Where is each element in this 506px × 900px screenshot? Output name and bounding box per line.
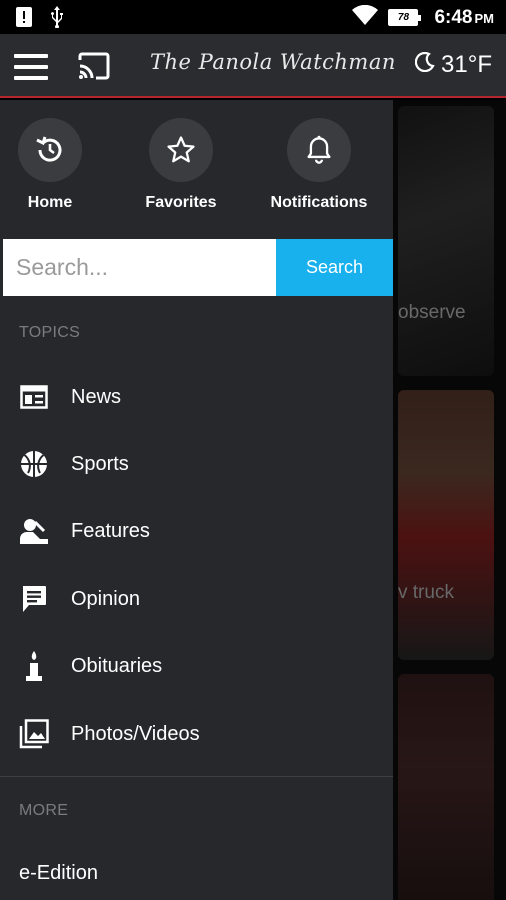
nav-item-features[interactable]: Features <box>0 503 393 559</box>
temperature: 31°F <box>441 51 492 78</box>
masthead-logo[interactable]: The Panola Watchman <box>150 50 396 74</box>
nav-item-opinion[interactable]: Opinion <box>0 571 393 627</box>
app-bar: The Panola Watchman 31°F <box>0 34 506 98</box>
quick-action-label: Notifications <box>270 194 368 211</box>
wifi-icon <box>352 4 379 30</box>
nav-item-obituaries[interactable]: Obituaries <box>0 638 393 694</box>
newspaper-icon <box>19 382 49 412</box>
basketball-icon <box>19 449 49 479</box>
history-icon <box>18 118 82 182</box>
nav-item-label: Obituaries <box>71 654 163 677</box>
nav-item-e-edition[interactable]: e-Edition <box>19 862 98 885</box>
quick-action-label: Favorites <box>145 194 217 211</box>
alert-icon <box>16 7 32 32</box>
clock-ampm: PM <box>474 10 495 26</box>
quick-action-notifications[interactable]: Notifications <box>254 118 384 212</box>
bell-icon <box>287 118 351 182</box>
person-icon <box>19 516 49 546</box>
section-heading-more: MORE <box>19 802 69 819</box>
quick-action-favorites[interactable]: Favorites <box>116 118 246 212</box>
comment-icon <box>19 584 49 614</box>
quick-action-label: Home <box>27 194 73 211</box>
search-bar: Search <box>3 239 393 296</box>
section-heading-topics: TOPICS <box>19 324 81 341</box>
quick-action-home[interactable]: Home <box>0 118 115 212</box>
search-input[interactable] <box>3 239 276 296</box>
nav-item-photos-videos[interactable]: Photos/Videos <box>0 706 393 762</box>
navigation-drawer: Home Favorites Notifications Search TOPI… <box>0 100 393 900</box>
drawer-scrim[interactable] <box>393 100 506 900</box>
weather-widget[interactable]: 31°F <box>414 51 492 79</box>
status-bar: 78 6:48 PM <box>0 0 506 34</box>
search-button[interactable]: Search <box>276 239 393 296</box>
battery-level: 78 <box>397 12 410 23</box>
battery-icon: 78 <box>388 9 422 26</box>
star-icon <box>149 118 213 182</box>
menu-icon[interactable] <box>14 54 48 80</box>
clock-time: 6:48 <box>434 6 473 28</box>
nav-item-label: Opinion <box>71 587 140 610</box>
nav-item-sports[interactable]: Sports <box>0 436 393 492</box>
cast-icon[interactable] <box>77 52 111 85</box>
usb-icon <box>50 6 64 33</box>
photos-icon <box>19 719 49 749</box>
divider <box>0 776 393 777</box>
nav-item-news[interactable]: News <box>0 369 393 425</box>
nav-item-label: News <box>71 385 122 408</box>
nav-item-label: Photos/Videos <box>71 722 200 745</box>
moon-icon <box>414 51 435 79</box>
candle-icon <box>19 651 49 681</box>
nav-item-label: Features <box>71 519 150 542</box>
nav-item-label: Sports <box>71 452 129 475</box>
